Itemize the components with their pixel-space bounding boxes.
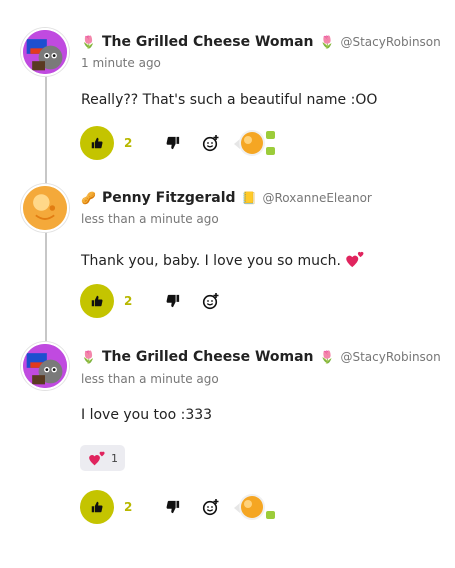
thumbs-down-icon[interactable] bbox=[166, 500, 180, 514]
like-button[interactable] bbox=[80, 284, 114, 318]
avatar[interactable] bbox=[21, 28, 69, 76]
avatar[interactable] bbox=[21, 184, 69, 232]
timestamp[interactable]: less than a minute ago bbox=[81, 372, 219, 386]
avatar-image bbox=[23, 344, 67, 388]
flower-badge-icon: 🌷 bbox=[319, 350, 335, 364]
comment-actions: 2 bbox=[80, 490, 280, 524]
add-reaction-icon[interactable] bbox=[202, 498, 220, 516]
thread-line bbox=[45, 232, 47, 342]
comment-text-content: Thank you, baby. I love you so much. bbox=[81, 253, 341, 269]
author-name[interactable]: The Grilled Cheese Woman bbox=[102, 349, 314, 365]
flower-badge-icon: 🌷 bbox=[319, 35, 335, 49]
avatar[interactable] bbox=[21, 342, 69, 390]
avatar-image bbox=[23, 186, 67, 230]
peanut-badge-icon: 🥜 bbox=[81, 191, 96, 205]
author-name[interactable]: The Grilled Cheese Woman bbox=[102, 34, 314, 50]
notebook-badge-icon: 📒 bbox=[241, 191, 257, 205]
reactor-avatars[interactable] bbox=[232, 492, 280, 522]
comment-text: Thank you, baby. I love you so much. bbox=[81, 249, 366, 269]
add-reaction-icon[interactable] bbox=[202, 134, 220, 152]
author-handle[interactable]: @StacyRobinson bbox=[340, 35, 440, 49]
comment-header: 🥜 Penny Fitzgerald 📒 @RoxanneEleanor bbox=[81, 190, 372, 206]
author-handle[interactable]: @RoxanneEleanor bbox=[263, 191, 372, 205]
two-hearts-icon bbox=[346, 251, 364, 268]
reactor-avatar-icon bbox=[234, 494, 275, 520]
like-count: 2 bbox=[124, 294, 133, 308]
thumbs-down-icon[interactable] bbox=[166, 136, 180, 150]
reaction-chip[interactable]: 1 bbox=[80, 445, 125, 471]
thumbs-down-icon[interactable] bbox=[166, 294, 180, 308]
thumbs-up-icon bbox=[91, 137, 103, 149]
timestamp[interactable]: less than a minute ago bbox=[81, 212, 219, 226]
author-handle[interactable]: @StacyRobinson bbox=[340, 350, 440, 364]
like-button[interactable] bbox=[80, 126, 114, 160]
thumbs-up-icon bbox=[91, 295, 103, 307]
like-count: 2 bbox=[124, 136, 133, 150]
like-button[interactable] bbox=[80, 490, 114, 524]
reactor-avatars[interactable] bbox=[232, 128, 280, 158]
two-hearts-icon bbox=[89, 451, 105, 466]
author-name[interactable]: Penny Fitzgerald bbox=[102, 190, 236, 206]
comment-text: I love you too :333 bbox=[81, 407, 213, 423]
like-count: 2 bbox=[124, 500, 133, 514]
avatar-image bbox=[23, 30, 67, 74]
comment-actions: 2 bbox=[80, 284, 220, 318]
comment-header: 🌷 The Grilled Cheese Woman 🌷 @StacyRobin… bbox=[81, 349, 441, 365]
reactor-avatar-icon bbox=[234, 130, 275, 156]
comment-header: 🌷 The Grilled Cheese Woman 🌷 @StacyRobin… bbox=[81, 34, 441, 50]
comment-actions: 2 bbox=[80, 126, 280, 160]
reaction-count: 1 bbox=[111, 451, 118, 465]
thumbs-up-icon bbox=[91, 501, 103, 513]
comment-text: Really?? That's such a beautiful name :O… bbox=[81, 92, 378, 108]
thread-line bbox=[45, 74, 47, 186]
flower-badge-icon: 🌷 bbox=[81, 35, 96, 49]
timestamp[interactable]: 1 minute ago bbox=[81, 56, 161, 70]
add-reaction-icon[interactable] bbox=[202, 292, 220, 310]
flower-badge-icon: 🌷 bbox=[81, 350, 96, 364]
